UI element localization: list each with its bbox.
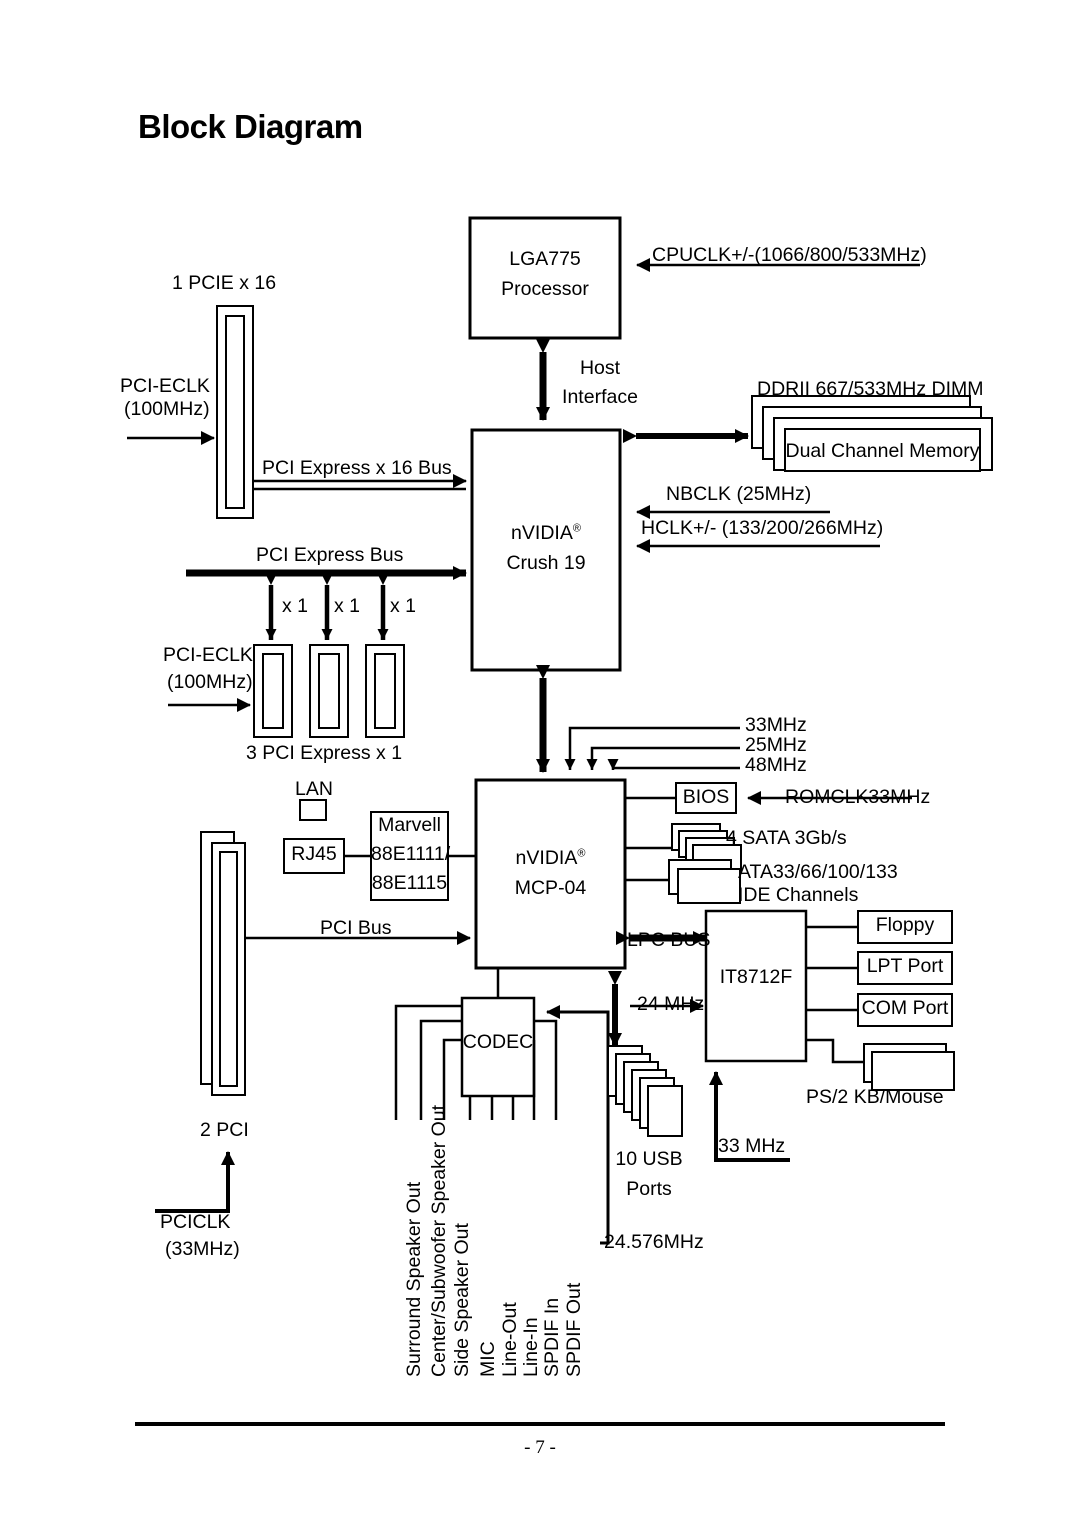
- ps2-caption: PS/2 KB/Mouse: [806, 1086, 944, 1108]
- memory-label: Dual Channel Memory: [785, 440, 980, 462]
- host-interface-label-2: Interface: [562, 386, 638, 408]
- audio-jack-label-4: MIC: [477, 1341, 499, 1377]
- sb-25mhz-line: [586, 746, 740, 770]
- pci-bus-label: PCI Bus: [320, 917, 392, 939]
- hclk-label: HCLK+/- (133/200/266MHz): [641, 517, 884, 539]
- bios-label: BIOS: [682, 786, 730, 808]
- pcie-x1-lane-label-3: x 1: [390, 595, 417, 617]
- ide-label-line2: IDE Channels: [738, 884, 859, 906]
- codec-label: CODEC: [462, 1031, 534, 1053]
- cpu-label-line2: Processor: [501, 278, 589, 300]
- pcie16-slot-inner: [225, 315, 245, 509]
- pcie-x1-slot-1-inner: [262, 653, 284, 729]
- pcie16-slot-caption: 1 PCIE x 16: [172, 272, 277, 294]
- southbridge-block: [474, 778, 627, 970]
- superio-label: IT8712F: [719, 966, 793, 988]
- pcie-x1-slots-caption: 3 PCI Express x 1: [246, 742, 403, 764]
- audio-jack-label-5: Line-Out: [499, 1302, 521, 1377]
- pciclk-label-2: (33MHz): [165, 1238, 240, 1260]
- block-diagram-page: Block Diagram LGA775 Processor CPUCLK+/-…: [0, 0, 1080, 1532]
- lpt-label: LPT Port: [866, 955, 944, 977]
- audio-jack-label-2: Center/Subwoofer Speaker Out: [428, 1104, 450, 1377]
- sata-label: 4 SATA 3Gb/s: [726, 827, 847, 849]
- ps2-port-1: [871, 1051, 955, 1091]
- codec-clock-label: 24.576MHz: [604, 1231, 704, 1253]
- audio-jack-label-3: Side Speaker Out: [451, 1223, 473, 1377]
- pcie-x1-slot-3-inner: [374, 653, 396, 729]
- pci-slot-1-inner: [219, 851, 238, 1087]
- host-interface-label-1: Host: [579, 357, 621, 379]
- sio-24mhz-label: 24 MHz: [637, 993, 705, 1015]
- northbridge-label-line1: nVIDIA®: [511, 522, 581, 544]
- lan-phy-label-line3: 88E1115: [371, 872, 448, 894]
- usb-port-1: [647, 1085, 683, 1137]
- pcie-x1-slot-2-inner: [318, 653, 340, 729]
- cpu-label-line1: LGA775: [509, 248, 581, 270]
- southbridge-label-line2: MCP-04: [514, 877, 587, 899]
- audio-jack-label-6: Line-In: [520, 1317, 542, 1377]
- usb-label-line2: Ports: [626, 1178, 672, 1200]
- pcie-x16-bus-label: PCI Express x 16 Bus: [262, 457, 452, 479]
- rj45-label: RJ45: [291, 843, 337, 865]
- sb-48mhz-line: [607, 759, 740, 770]
- footer-rule: [135, 1422, 945, 1426]
- pci-eclk-top-label-1: PCI-ECLK: [120, 375, 210, 397]
- pciclk-line: [155, 1151, 235, 1213]
- com-label: COM Port: [861, 997, 949, 1019]
- ide-label-line1: ATA33/66/100/133: [738, 861, 898, 883]
- southbridge-label-line1: nVIDIA®: [515, 847, 586, 869]
- nbclk-label: NBCLK (25MHz): [666, 483, 812, 505]
- pcie-bus-label: PCI Express Bus: [256, 544, 404, 566]
- northbridge-label-line2: Crush 19: [506, 552, 586, 574]
- usb-label-line1: 10 USB: [615, 1148, 683, 1170]
- audio-line-1: [394, 1004, 462, 1120]
- lan-phy-label-line1: Marvell: [378, 814, 441, 836]
- cpuclk-label: CPUCLK+/-(1066/800/533MHz): [652, 244, 927, 266]
- ide-device-1: [677, 868, 741, 904]
- sio-33mhz-label: 33 MHz: [718, 1135, 786, 1157]
- audio-jack-label-1: Surround Speaker Out: [403, 1181, 425, 1377]
- lpc-bus-label: LPC BUS: [627, 929, 711, 951]
- pci-slots-caption: 2 PCI: [200, 1119, 249, 1141]
- sio-ps2-line: [806, 1038, 864, 1064]
- registered-icon: ®: [577, 847, 586, 860]
- diagram-canvas: [127, 216, 993, 1245]
- pci-eclk-mid-label-1: PCI-ECLK: [163, 644, 253, 666]
- audio-jack-label-7: SPDIF In: [541, 1297, 563, 1377]
- pcie-x1-lane-label-1: x 1: [282, 595, 309, 617]
- footer-page-number: - 7 -: [524, 1437, 556, 1458]
- pciclk-label-1: PCICLK: [160, 1211, 231, 1233]
- audio-jack-label-8: SPDIF Out: [563, 1282, 585, 1377]
- floppy-label: Floppy: [875, 914, 935, 936]
- pci-eclk-mid-label-2: (100MHz): [167, 671, 253, 693]
- pci-eclk-top-label-2: (100MHz): [124, 398, 210, 420]
- memory-caption: DDRII 667/533MHz DIMM: [757, 378, 984, 400]
- lan-phy-label-line2: 88E1111/: [371, 843, 451, 865]
- registered-icon: ®: [572, 522, 581, 535]
- lan-caption: LAN: [295, 778, 333, 800]
- romclk-label: ROMCLK33MHz: [785, 786, 931, 808]
- northbridge-block: [470, 428, 622, 672]
- lan-connector-neck: [299, 799, 327, 821]
- sb-48mhz-label: 48MHz: [745, 754, 807, 776]
- pcie-x1-lane-label-2: x 1: [334, 595, 361, 617]
